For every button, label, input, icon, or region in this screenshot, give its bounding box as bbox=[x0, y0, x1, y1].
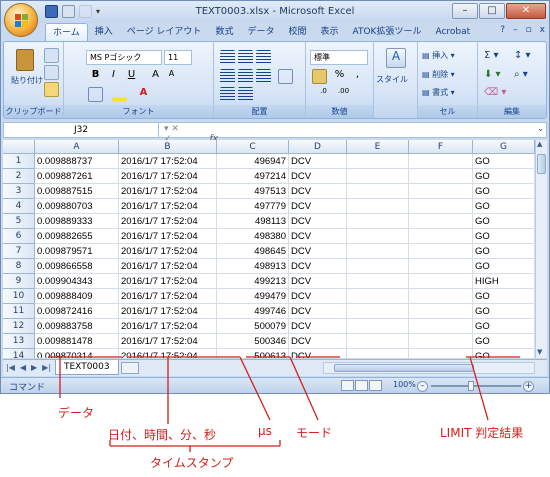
office-logo-icon bbox=[15, 14, 28, 27]
annotation-timestamp: タイムスタンプ bbox=[150, 456, 234, 470]
annotation-microseconds: μs bbox=[258, 424, 272, 438]
annotation-mode: モード bbox=[296, 426, 333, 440]
annotation-data: データ bbox=[58, 406, 95, 420]
annotation-datetime: 日付、時間、分、秒 bbox=[108, 428, 217, 442]
annotation-limit: LIMIT 判定結果 bbox=[440, 426, 524, 440]
office-button[interactable] bbox=[4, 3, 38, 37]
